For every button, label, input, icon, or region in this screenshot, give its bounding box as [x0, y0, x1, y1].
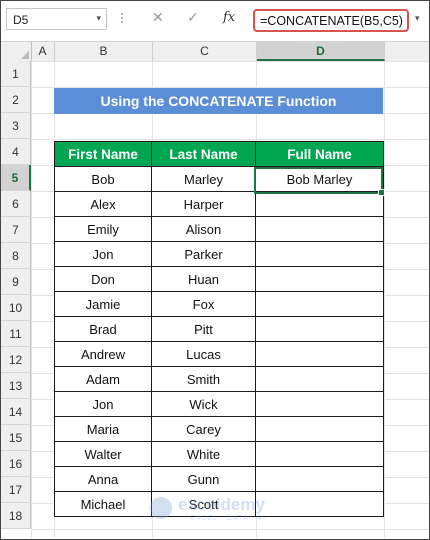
row-header-2[interactable]: 2: [1, 87, 31, 113]
last-name-cell[interactable]: Fox: [151, 291, 256, 317]
first-name-cell[interactable]: Bob: [54, 166, 152, 192]
last-name-cell[interactable]: Alison: [151, 216, 256, 242]
exceldemy-logo-icon: [150, 497, 172, 519]
row-header-9[interactable]: 9: [1, 269, 31, 295]
row-header-8[interactable]: 8: [1, 243, 31, 269]
table-row: Maria Carey: [54, 416, 384, 442]
last-name-cell[interactable]: Lucas: [151, 341, 256, 367]
table-row: Brad Pitt: [54, 316, 384, 342]
table-row: Alex Harper: [54, 191, 384, 217]
row-header-10[interactable]: 10: [1, 295, 31, 321]
table-row: Jon Parker: [54, 241, 384, 267]
exceldemy-watermark: exceldemy EXCEL · DATA · BI: [150, 493, 300, 527]
table-row: Emily Alison: [54, 216, 384, 242]
last-name-cell[interactable]: Parker: [151, 241, 256, 267]
last-name-cell[interactable]: Pitt: [151, 316, 256, 342]
table-row: Jon Wick: [54, 391, 384, 417]
select-all-button[interactable]: [1, 42, 32, 61]
chevron-down-icon[interactable]: ▾: [96, 13, 101, 24]
column-header-c[interactable]: C: [153, 42, 257, 61]
first-name-cell[interactable]: Jamie: [54, 291, 152, 317]
row-header-3[interactable]: 3: [1, 113, 31, 139]
column-headers: A B C D: [1, 41, 429, 62]
sheet-title[interactable]: Using the CONCATENATE Function: [54, 88, 383, 114]
watermark-text: exceldemy: [178, 495, 265, 514]
last-name-cell[interactable]: White: [151, 441, 256, 467]
first-name-cell[interactable]: Walter: [54, 441, 152, 467]
header-last-name[interactable]: Last Name: [151, 141, 256, 167]
formula-input[interactable]: =CONCATENATE(B5,C5): [253, 9, 409, 32]
last-name-cell[interactable]: Wick: [151, 391, 256, 417]
full-name-cell[interactable]: [255, 291, 384, 317]
full-name-cell[interactable]: [255, 391, 384, 417]
last-name-cell[interactable]: Marley: [151, 166, 256, 192]
row-header-4[interactable]: 4: [1, 139, 31, 165]
first-name-cell[interactable]: Adam: [54, 366, 152, 392]
names-table: First Name Last Name Full Name Bob Marley…: [54, 141, 384, 517]
full-name-cell[interactable]: [255, 316, 384, 342]
formula-bar: D5 ▾ ✕ ✓ fx =CONCATENATE(B5,C5) ▾: [1, 1, 429, 40]
name-box[interactable]: D5 ▾: [6, 8, 107, 30]
table-row: Anna Gunn: [54, 466, 384, 492]
first-name-cell[interactable]: Jon: [54, 391, 152, 417]
full-name-cell[interactable]: [255, 191, 384, 217]
first-name-cell[interactable]: Don: [54, 266, 152, 292]
row-header-7[interactable]: 7: [1, 217, 31, 243]
first-name-cell[interactable]: Andrew: [54, 341, 152, 367]
full-name-cell[interactable]: [255, 366, 384, 392]
first-name-cell[interactable]: Jon: [54, 241, 152, 267]
full-name-cell[interactable]: [255, 416, 384, 442]
last-name-cell[interactable]: Gunn: [151, 466, 256, 492]
full-name-cell[interactable]: [255, 441, 384, 467]
row-header-13[interactable]: 13: [1, 373, 31, 399]
table-row: Adam Smith: [54, 366, 384, 392]
table-row: Bob Marley Bob Marley: [54, 166, 384, 192]
last-name-cell[interactable]: Huan: [151, 266, 256, 292]
first-name-cell[interactable]: Michael: [54, 491, 152, 517]
first-name-cell[interactable]: Brad: [54, 316, 152, 342]
first-name-cell[interactable]: Emily: [54, 216, 152, 242]
row-header-12[interactable]: 12: [1, 347, 31, 373]
table-row: Jamie Fox: [54, 291, 384, 317]
table-row: Don Huan: [54, 266, 384, 292]
row-header-5[interactable]: 5: [1, 165, 31, 191]
row-header-11[interactable]: 11: [1, 321, 31, 347]
full-name-cell[interactable]: [255, 241, 384, 267]
full-name-cell[interactable]: [255, 466, 384, 492]
header-full-name[interactable]: Full Name: [255, 141, 384, 167]
header-first-name[interactable]: First Name: [54, 141, 152, 167]
column-header-a[interactable]: A: [31, 42, 55, 61]
formula-text: =CONCATENATE(B5,C5): [260, 14, 403, 28]
last-name-cell[interactable]: Carey: [151, 416, 256, 442]
row-header-16[interactable]: 16: [1, 451, 31, 477]
cancel-icon[interactable]: ✕: [152, 9, 164, 26]
column-header-b[interactable]: B: [55, 42, 153, 61]
full-name-cell[interactable]: [255, 216, 384, 242]
last-name-cell[interactable]: Smith: [151, 366, 256, 392]
row-header-15[interactable]: 15: [1, 425, 31, 451]
expand-formula-icon[interactable]: ▾: [415, 13, 420, 24]
last-name-cell[interactable]: Harper: [151, 191, 256, 217]
name-box-value: D5: [13, 13, 29, 27]
enter-icon[interactable]: ✓: [187, 9, 199, 26]
full-name-cell[interactable]: [255, 341, 384, 367]
table-row: Andrew Lucas: [54, 341, 384, 367]
drag-handle-icon[interactable]: [121, 11, 124, 29]
insert-function-icon[interactable]: fx: [223, 10, 235, 25]
watermark-subtext: EXCEL · DATA · BI: [190, 515, 266, 522]
table-row: Walter White: [54, 441, 384, 467]
first-name-cell[interactable]: Alex: [54, 191, 152, 217]
first-name-cell[interactable]: Maria: [54, 416, 152, 442]
table-header-row: First Name Last Name Full Name: [54, 141, 384, 167]
row-header-18[interactable]: 18: [1, 503, 31, 529]
full-name-cell[interactable]: [255, 266, 384, 292]
row-header-17[interactable]: 17: [1, 477, 31, 503]
column-header-d[interactable]: D: [257, 42, 385, 61]
row-header-14[interactable]: 14: [1, 399, 31, 425]
grid-line: [384, 61, 385, 538]
row-header-1[interactable]: 1: [1, 61, 31, 87]
row-header-6[interactable]: 6: [1, 191, 31, 217]
first-name-cell[interactable]: Anna: [54, 466, 152, 492]
full-name-cell[interactable]: Bob Marley: [255, 166, 384, 192]
